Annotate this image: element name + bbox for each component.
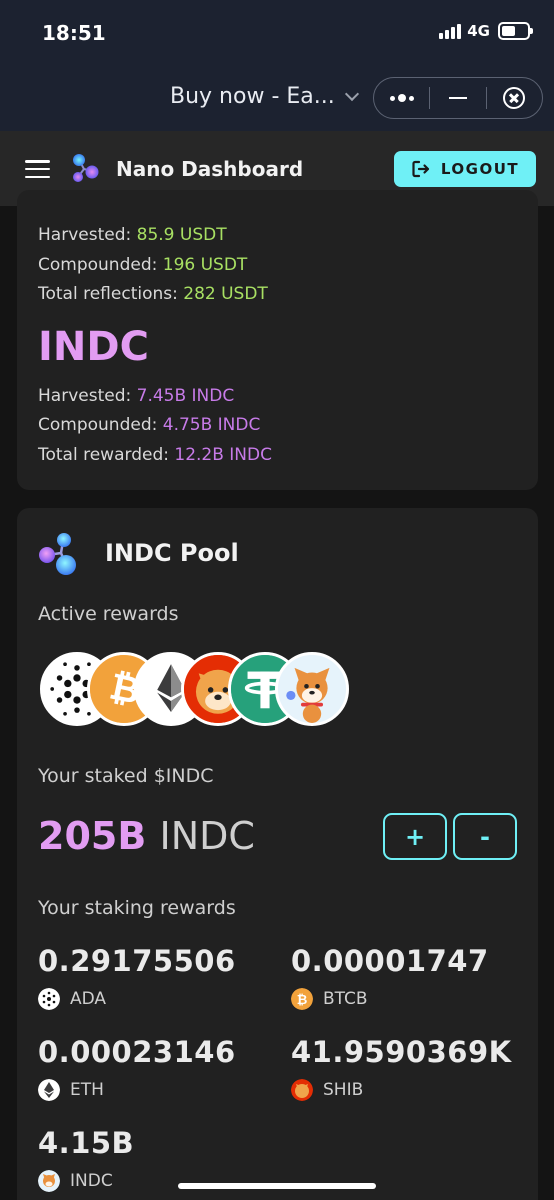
ada-icon — [38, 988, 60, 1010]
logout-icon — [412, 160, 429, 178]
svg-text:₿: ₿ — [297, 993, 308, 1008]
network-type: 4G — [467, 22, 490, 40]
pool-title: INDC Pool — [105, 539, 239, 567]
usdt-total-reflections: Total reflections: 282 USDT — [38, 284, 268, 304]
home-indicator — [178, 1183, 376, 1189]
indc-pool-card: INDC Pool Active rewards ₿ Your staked $… — [17, 508, 538, 1200]
usdt-compounded: Compounded: 196 USDT — [38, 255, 248, 275]
menu-icon[interactable] — [25, 160, 50, 178]
pool-logo-icon — [39, 533, 76, 575]
reward-value: 0.00023146 — [38, 1035, 236, 1069]
staking-rewards-label: Your staking rewards — [38, 897, 236, 919]
reward-value: 0.00001747 — [291, 944, 489, 978]
reward-item-ada: 0.29175506 ADA — [38, 944, 268, 1010]
staked-amount: 205B INDC — [38, 814, 255, 858]
status-indicators: 4G — [439, 22, 533, 40]
active-rewards-label: Active rewards — [38, 603, 179, 625]
nano-logo-icon — [73, 154, 99, 182]
browser-chrome: 18:51 4G Buy now - Ea... — [0, 0, 554, 131]
usdt-harvested: Harvested: 85.9 USDT — [38, 225, 227, 245]
reward-token-label: SHIB — [323, 1080, 364, 1100]
staked-unit: INDC — [159, 814, 255, 858]
reward-item-shib: 41.9590369K SHIB — [291, 1035, 521, 1101]
close-circle-icon — [503, 87, 526, 109]
active-rewards-coins: ₿ — [40, 652, 360, 728]
reward-token-label: INDC — [70, 1171, 113, 1191]
indc-harvested: Harvested: 7.45B INDC — [38, 386, 235, 406]
status-bar: 18:51 4G — [0, 0, 554, 66]
staked-label: Your staked $INDC — [38, 765, 214, 787]
browser-page-title[interactable]: Buy now - Ea... — [170, 84, 359, 109]
indc-dog-icon — [38, 1170, 60, 1192]
reward-value: 41.9590369K — [291, 1035, 512, 1069]
battery-icon — [498, 22, 533, 40]
logout-button[interactable]: LOGOUT — [394, 151, 536, 187]
btcb-icon: ₿ — [291, 988, 313, 1010]
reward-token-label: BTCB — [323, 989, 368, 1009]
minimize-icon — [448, 96, 467, 100]
indc-section-heading: INDC — [38, 324, 149, 370]
minimize-button[interactable] — [430, 78, 485, 118]
staked-value: 205B — [38, 814, 147, 858]
reward-item-eth: 0.00023146 ETH — [38, 1035, 268, 1101]
stake-add-button[interactable]: + — [383, 813, 447, 860]
reward-value: 4.15B — [38, 1126, 135, 1160]
indc-compounded: Compounded: 4.75B INDC — [38, 415, 261, 435]
reward-token-label: ADA — [70, 989, 107, 1009]
status-time: 18:51 — [42, 21, 106, 45]
close-button[interactable] — [487, 78, 542, 118]
rewards-summary-card: Harvested: 85.9 USDT Compounded: 196 USD… — [17, 190, 538, 490]
shib-icon — [291, 1079, 313, 1101]
chevron-down-icon — [344, 86, 359, 101]
browser-title-text: Buy now - Ea... — [170, 84, 335, 109]
logout-label: LOGOUT — [440, 160, 520, 178]
stake-remove-button[interactable]: - — [453, 813, 517, 860]
mini-program-capsule — [373, 77, 543, 119]
reward-token-label: ETH — [70, 1080, 104, 1100]
more-button[interactable] — [374, 78, 429, 118]
indc-dog-icon — [275, 652, 349, 726]
indc-total-rewarded: Total rewarded: 12.2B INDC — [38, 445, 272, 465]
reward-value: 0.29175506 — [38, 944, 236, 978]
signal-icon — [439, 23, 462, 39]
reward-item-btcb: 0.00001747 ₿ BTCB — [291, 944, 521, 1010]
app-title: Nano Dashboard — [116, 157, 304, 181]
eth-icon — [38, 1079, 60, 1101]
more-dots-icon — [389, 94, 414, 102]
